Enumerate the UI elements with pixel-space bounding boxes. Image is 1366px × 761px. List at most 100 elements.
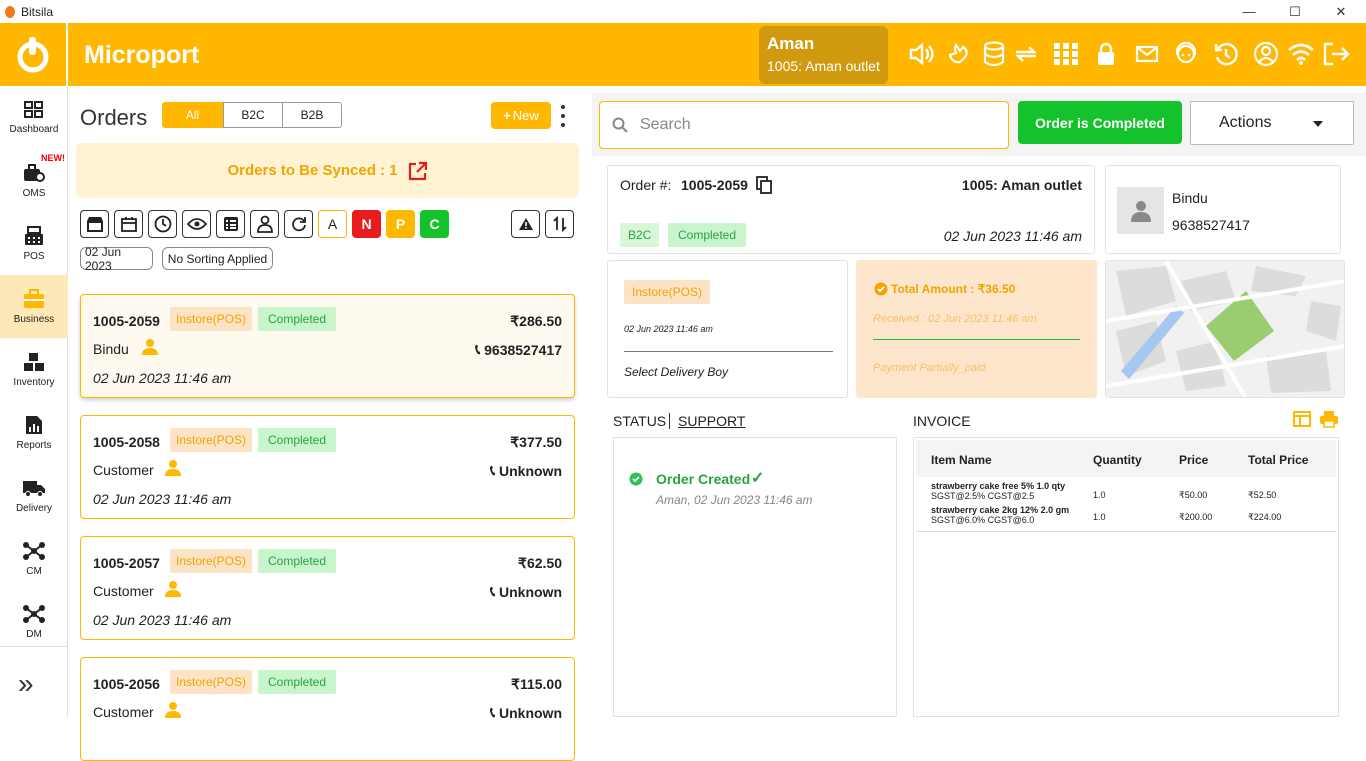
brand-name: Microport <box>84 41 200 69</box>
calendar-filter-icon[interactable] <box>114 210 143 238</box>
refresh-icon[interactable] <box>284 210 313 238</box>
sync-banner[interactable]: Orders to Be Synced : 1 <box>76 143 579 198</box>
volume-icon[interactable] <box>906 39 936 69</box>
sidebar-item-label: Business <box>13 313 55 325</box>
customer-phone: 9638527417 <box>1172 217 1250 233</box>
sidebar-item-delivery[interactable]: Delivery <box>0 464 68 527</box>
expand-sidebar-icon[interactable]: » <box>18 668 34 700</box>
minimize-button[interactable]: — <box>1226 0 1272 23</box>
sidebar-item-label: Inventory <box>13 376 55 388</box>
wifi-icon[interactable] <box>1286 39 1316 69</box>
sidebar-item-reports[interactable]: Reports <box>0 401 68 464</box>
delivery-boy-select[interactable]: Select Delivery Boy <box>624 365 728 379</box>
sync-icon[interactable] <box>1011 39 1041 69</box>
checkmark-icon: ✓ <box>751 470 765 487</box>
invoice-panel: Item Name Quantity Price Total Price str… <box>913 437 1339 717</box>
table-row: strawberry cake 2kg 12% 2.0 gm SGST@6.0% … <box>916 503 1336 531</box>
outlet-label: 1005: Aman outlet <box>961 177 1082 193</box>
bird-icon[interactable] <box>944 39 974 69</box>
tab-status[interactable]: STATUS <box>613 413 666 429</box>
new-order-button[interactable]: + New <box>491 102 551 129</box>
phone-icon: 📞︎ <box>490 462 495 478</box>
date-chip[interactable]: 02 Jun 2023 <box>80 245 153 273</box>
network-icon <box>23 541 45 560</box>
customer-filter-icon[interactable] <box>250 210 279 238</box>
sidebar-item-label: Reports <box>16 439 52 451</box>
sidebar-item-oms[interactable]: NEW! OMS <box>0 149 68 212</box>
logout-icon[interactable] <box>1321 39 1351 69</box>
order-id: 1005-2059 <box>93 313 160 329</box>
sidebar-item-dm[interactable]: DM <box>0 590 68 653</box>
window-titlebar: Bitsila — ☐ ✕ <box>0 0 1366 23</box>
order-date: 02 Jun 2023 11:46 am <box>943 228 1082 244</box>
copy-icon[interactable] <box>756 176 772 194</box>
warning-icon[interactable] <box>511 210 540 238</box>
order-card[interactable]: 1005-2059 Instore(POS) Completed ₹286.50… <box>80 294 575 398</box>
filter-p-button[interactable]: P <box>386 210 415 238</box>
history-icon[interactable] <box>1211 39 1241 69</box>
person-icon <box>142 339 158 355</box>
order-completed-button[interactable]: Order is Completed <box>1018 101 1182 144</box>
table-view-icon[interactable] <box>1293 411 1311 427</box>
order-id: 1005-2058 <box>93 434 160 450</box>
order-amount: ₹62.50 <box>518 555 562 571</box>
table-header-row: Item Name Quantity Price Total Price <box>916 440 1336 477</box>
brand-logo-icon[interactable] <box>0 23 68 86</box>
store-filter-icon[interactable] <box>80 210 109 238</box>
more-options-icon[interactable] <box>558 105 568 127</box>
table-row: strawberry cake free 5% 1.0 qty SGST@2.5%… <box>916 477 1336 503</box>
check-circle-icon <box>874 282 888 296</box>
user-outlet-box[interactable]: Aman 1005: Aman outlet <box>759 26 888 84</box>
map-card[interactable] <box>1105 260 1345 398</box>
segment-b2b[interactable]: B2B <box>282 102 342 128</box>
customer-phone: 📞︎ Unknown <box>490 704 562 721</box>
progress-line <box>873 339 1080 340</box>
search-input[interactable]: Search <box>640 116 691 134</box>
order-card[interactable]: 1005-2056 Instore(POS) Completed ₹115.00… <box>80 657 575 761</box>
grid-icon[interactable] <box>1051 39 1081 69</box>
sidebar-item-label: POS <box>23 250 45 262</box>
timeline-subtitle: Aman, 02 Jun 2023 11:46 am <box>656 493 813 507</box>
customer-phone: 📞︎ 9638527417 <box>475 341 562 358</box>
sidebar-item-business[interactable]: Business <box>0 275 68 338</box>
tab-support[interactable]: SUPPORT <box>678 413 745 429</box>
lock-icon[interactable] <box>1091 39 1121 69</box>
customer-name: Customer <box>93 704 154 720</box>
list-filter-icon[interactable] <box>216 210 245 238</box>
filter-n-button[interactable]: N <box>352 210 381 238</box>
maximize-button[interactable]: ☐ <box>1272 0 1318 23</box>
filter-c-button[interactable]: C <box>420 210 449 238</box>
phone-number: Unknown <box>499 704 562 721</box>
actions-dropdown[interactable]: Actions <box>1190 101 1354 145</box>
print-icon[interactable] <box>1319 410 1339 428</box>
database-icon[interactable] <box>979 39 1009 69</box>
item-price: ₹50.00 <box>1179 490 1208 500</box>
clock-filter-icon[interactable] <box>148 210 177 238</box>
orders-panel: Orders All B2C B2B + New Orders to Be Syn… <box>72 93 584 761</box>
customer-name: Bindu <box>1172 190 1208 206</box>
sidebar-item-inventory[interactable]: Inventory <box>0 338 68 401</box>
eye-filter-icon[interactable] <box>182 210 211 238</box>
sidebar-item-label: OMS <box>22 187 46 199</box>
sidebar-item-pos[interactable]: POS <box>0 212 68 275</box>
support-icon[interactable] <box>1171 39 1201 69</box>
phone-number: Unknown <box>499 583 562 600</box>
sidebar-item-dashboard[interactable]: Dashboard <box>0 86 68 149</box>
item-cell: strawberry cake free 5% 1.0 qty SGST@2.5%… <box>916 477 1093 503</box>
order-card[interactable]: 1005-2057 Instore(POS) Completed ₹62.50 … <box>80 536 575 640</box>
segment-all[interactable]: All <box>162 102 223 128</box>
segment-b2c[interactable]: B2C <box>223 102 283 128</box>
mail-icon[interactable] <box>1132 39 1162 69</box>
filter-a-button[interactable]: A <box>318 210 347 238</box>
source-badge: Instore(POS) <box>170 549 253 573</box>
customer-name: Customer <box>93 462 154 478</box>
sort-icon[interactable] <box>545 210 574 238</box>
search-box[interactable]: Search <box>599 101 1009 149</box>
order-card[interactable]: 1005-2058 Instore(POS) Completed ₹377.50… <box>80 415 575 519</box>
external-link-icon[interactable] <box>408 161 428 181</box>
sorting-chip[interactable]: No Sorting Applied <box>162 247 273 270</box>
sidebar-item-cm[interactable]: CM <box>0 527 68 590</box>
close-button[interactable]: ✕ <box>1318 0 1364 23</box>
profile-icon[interactable] <box>1251 39 1281 69</box>
person-icon <box>165 460 181 476</box>
